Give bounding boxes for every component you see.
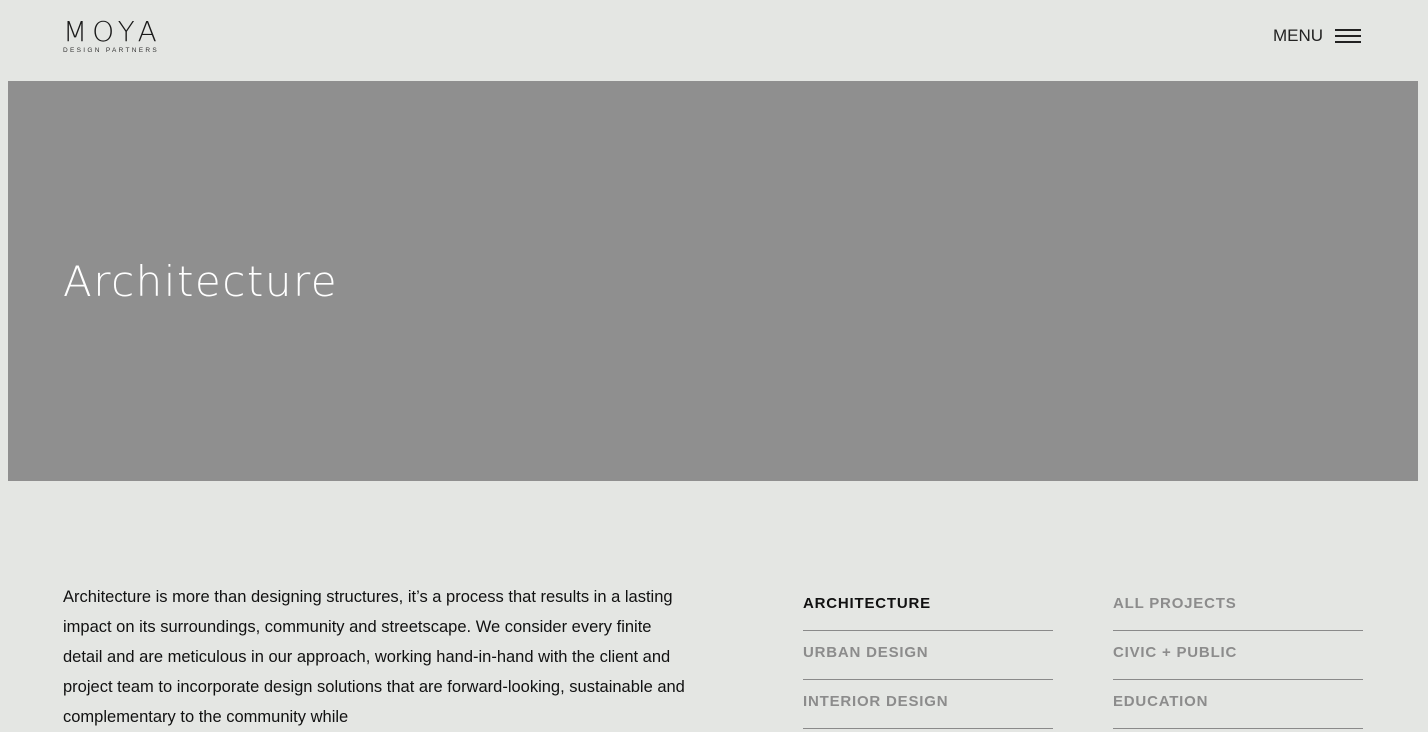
sectors-nav: ALL PROJECTS CIVIC + PUBLIC EDUCATION	[1113, 582, 1363, 729]
logo[interactable]: MOYA DESIGN PARTNERS	[63, 15, 163, 55]
logo-tagline: DESIGN PARTNERS	[63, 47, 160, 54]
nav-interior-design[interactable]: INTERIOR DESIGN	[803, 680, 1053, 729]
page-title: Architecture	[63, 257, 339, 306]
nav-architecture[interactable]: ARCHITECTURE	[803, 582, 1053, 631]
nav-urban-design[interactable]: URBAN DESIGN	[803, 631, 1053, 680]
nav-all-projects[interactable]: ALL PROJECTS	[1113, 582, 1363, 631]
site-header: MOYA DESIGN PARTNERS MENU	[0, 0, 1428, 81]
menu-button[interactable]: MENU	[1273, 26, 1361, 46]
hamburger-icon	[1335, 28, 1361, 44]
menu-label: MENU	[1272, 26, 1323, 45]
hero-banner: Architecture	[8, 81, 1418, 481]
services-nav: ARCHITECTURE URBAN DESIGN INTERIOR DESIG…	[803, 582, 1053, 729]
nav-education[interactable]: EDUCATION	[1113, 680, 1363, 729]
intro-text: Architecture is more than designing stru…	[63, 588, 685, 726]
nav-civic-public[interactable]: CIVIC + PUBLIC	[1113, 631, 1363, 680]
logo-wordmark: MOYA	[63, 15, 162, 48]
